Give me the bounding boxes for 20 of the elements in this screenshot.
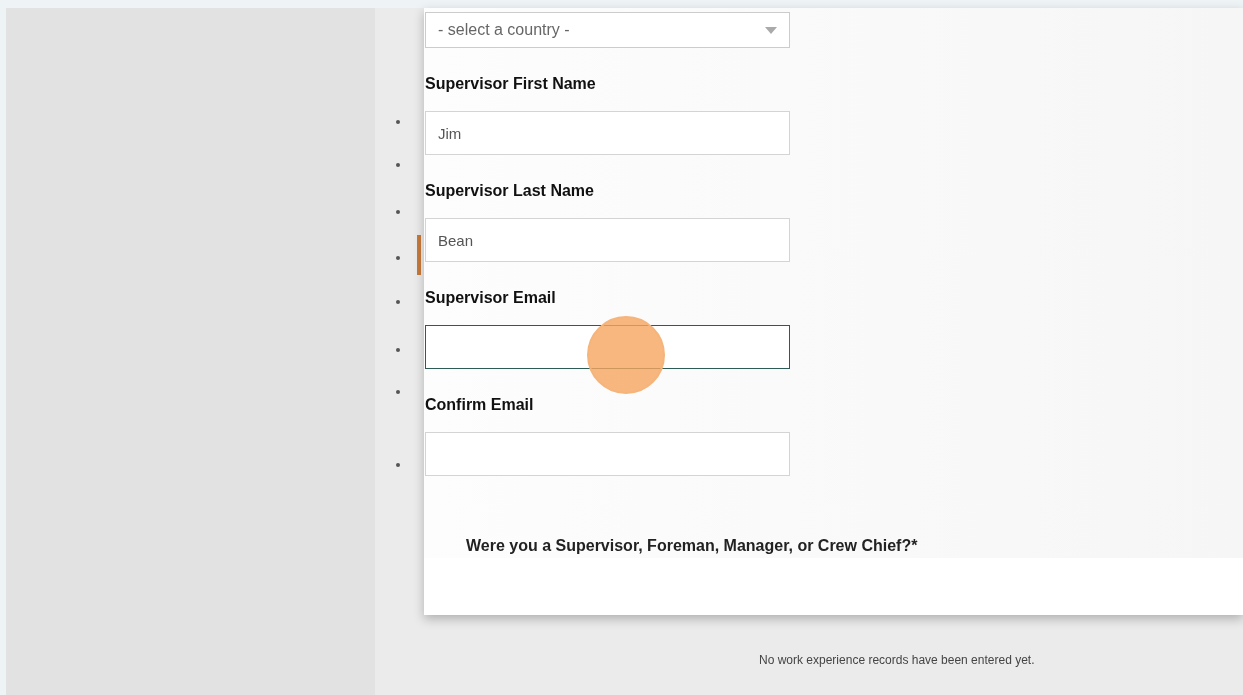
bullet-icon bbox=[396, 390, 400, 394]
field-label: Supervisor Last Name bbox=[425, 181, 595, 201]
bullet-icon bbox=[396, 300, 400, 304]
bullet-icon bbox=[396, 163, 400, 167]
question-text: Were you a Supervisor, Foreman, Manager, or Crew Chief?* bbox=[466, 536, 919, 556]
field-label: Supervisor Email bbox=[425, 288, 557, 308]
text-field[interactable] bbox=[425, 432, 790, 476]
bullet-icon bbox=[396, 256, 400, 260]
field-label: Supervisor First Name bbox=[425, 74, 597, 94]
text-field[interactable]: Jim bbox=[425, 111, 790, 155]
text-field[interactable]: Bean bbox=[425, 218, 790, 262]
dropdown-caret-icon bbox=[765, 26, 777, 34]
bullet-icon bbox=[396, 120, 400, 124]
accent-bar bbox=[417, 235, 421, 275]
field-label: Confirm Email bbox=[425, 395, 535, 415]
empty-message: No work experience records have been entered yet. bbox=[759, 653, 1035, 667]
bullet-icon bbox=[396, 210, 400, 214]
country-select[interactable]: - select a country - bbox=[425, 12, 790, 48]
bullet-icon bbox=[396, 348, 400, 352]
bullet-icon bbox=[396, 463, 400, 467]
